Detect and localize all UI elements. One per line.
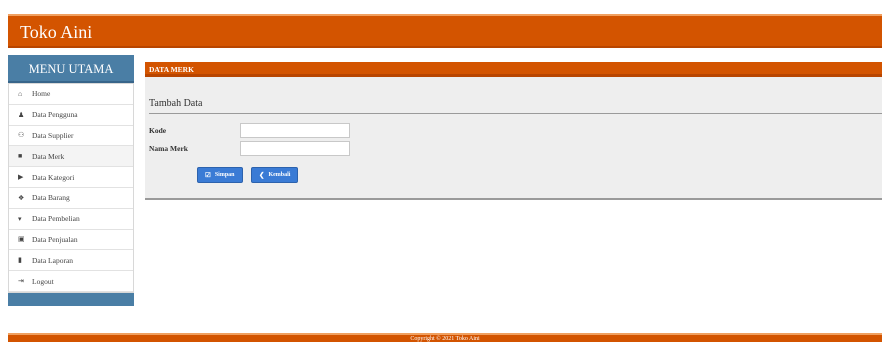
back-button-label: Kembali bbox=[268, 172, 291, 178]
sidebar-menu: ⌂ Home ♟ Data Pengguna ⚇ Data Supplier ■… bbox=[8, 83, 134, 293]
sidebar-footer-bar bbox=[8, 292, 134, 306]
check-square-icon: ☑ bbox=[205, 172, 211, 179]
sidebar-item-home[interactable]: ⌂ Home bbox=[9, 84, 133, 105]
kode-label: Kode bbox=[149, 126, 167, 135]
sidebar-item-label: Data Pembelian bbox=[32, 214, 80, 224]
logout-icon: ⇥ bbox=[18, 277, 24, 286]
sidebar-item-label: Data Merk bbox=[32, 151, 65, 161]
nama-merk-input[interactable] bbox=[240, 141, 350, 156]
cubes-icon: ❖ bbox=[18, 193, 25, 202]
sidebar-item-data-pengguna[interactable]: ♟ Data Pengguna bbox=[9, 105, 133, 126]
sidebar-item-data-merk[interactable]: ■ Data Merk bbox=[9, 146, 133, 168]
brand-title[interactable]: Toko Aini bbox=[20, 22, 92, 43]
sidebar-item-data-laporan[interactable]: ▮ Data Laporan bbox=[9, 250, 133, 272]
sidebar-item-logout[interactable]: ⇥ Logout bbox=[9, 271, 133, 292]
form-subtitle: Tambah Data bbox=[149, 98, 203, 109]
sidebar-item-label: Data Barang bbox=[32, 193, 70, 203]
user-icon: ♟ bbox=[18, 110, 25, 119]
bookmark-icon: ■ bbox=[18, 152, 23, 161]
sidebar: MENU UTAMA ⌂ Home ♟ Data Pengguna ⚇ Data… bbox=[8, 55, 134, 306]
kode-input[interactable] bbox=[240, 123, 350, 138]
sidebar-item-data-pembelian[interactable]: ▾ Data Pembelian bbox=[9, 209, 133, 230]
sidebar-item-label: Data Laporan bbox=[32, 255, 74, 265]
sidebar-item-label: Data Kategori bbox=[32, 172, 75, 182]
sidebar-item-data-barang[interactable]: ❖ Data Barang bbox=[9, 188, 133, 209]
sidebar-item-label: Data Pengguna bbox=[32, 110, 78, 120]
sidebar-item-label: Data Supplier bbox=[32, 130, 74, 140]
home-icon: ⌂ bbox=[18, 89, 23, 98]
sidebar-item-label: Logout bbox=[32, 276, 54, 286]
sidebar-item-data-supplier[interactable]: ⚇ Data Supplier bbox=[9, 126, 133, 147]
arrow-left-circle-icon: ❮ bbox=[259, 172, 265, 179]
save-button-label: Simpan bbox=[214, 172, 235, 178]
sidebar-item-data-penjualan[interactable]: ▣ Data Penjualan bbox=[9, 230, 133, 251]
money-icon: ▣ bbox=[18, 235, 25, 244]
nama-merk-label: Nama Merk bbox=[149, 144, 188, 153]
divider bbox=[149, 113, 882, 114]
sidebar-title: MENU UTAMA bbox=[8, 55, 134, 83]
save-button[interactable]: ☑ Simpan bbox=[197, 167, 243, 183]
tag-icon: ▶ bbox=[18, 173, 24, 182]
panel-header: DATA MERK bbox=[145, 62, 882, 77]
file-icon: ▮ bbox=[18, 256, 22, 265]
back-button[interactable]: ❮ Kembali bbox=[251, 167, 299, 183]
data-merk-panel: DATA MERK Tambah Data Kode Nama Merk ☑ S… bbox=[145, 62, 882, 200]
cart-icon: ▾ bbox=[18, 214, 22, 223]
sidebar-item-label: Data Penjualan bbox=[32, 234, 78, 244]
footer: Copyright © 2021 Toko Aini bbox=[8, 333, 882, 342]
sidebar-item-data-kategori[interactable]: ▶ Data Kategori bbox=[9, 167, 133, 188]
top-navbar: Toko Aini bbox=[8, 14, 882, 48]
sidebar-item-label: Home bbox=[32, 89, 51, 99]
users-icon: ⚇ bbox=[18, 131, 25, 140]
